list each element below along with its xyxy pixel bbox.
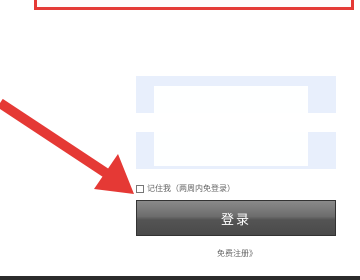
register-link[interactable]: 免费注册》 [217, 248, 257, 259]
login-panel: 记住我（两周内免登录） 登录 免费注册》 [136, 76, 336, 266]
login-button[interactable]: 登录 [136, 200, 336, 236]
highlight-box [34, 0, 354, 10]
input-obscured-area [154, 86, 308, 166]
remember-row[interactable]: 记住我（两周内免登录） [136, 183, 235, 194]
remember-checkbox[interactable] [136, 184, 144, 193]
remember-label: 记住我（两周内免登录） [147, 184, 235, 193]
bottom-divider [0, 276, 360, 280]
